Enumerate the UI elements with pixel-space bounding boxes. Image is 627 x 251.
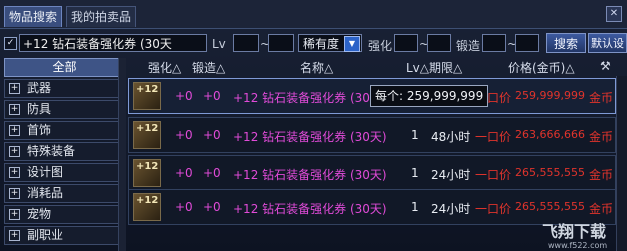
sidebar-item-armor[interactable]: + 防具 [4, 100, 125, 119]
sidebar-item-pet[interactable]: + 宠物 [4, 205, 125, 224]
row-currency: 金币 [589, 168, 614, 182]
item-thumbnail: +12 [133, 159, 161, 187]
sidebar-item-label: 宠物 [27, 207, 52, 221]
row-forge: +0 [203, 166, 221, 180]
sidebar-item-label: 防具 [27, 102, 52, 116]
watermark-brand: 飞翔下载 [542, 222, 607, 241]
row-name: +12 钻石装备强化券 (30天) [233, 91, 387, 105]
item-thumbnail: +12 [133, 121, 161, 149]
expand-icon[interactable]: + [9, 167, 20, 178]
row-reinforce: +0 [175, 128, 193, 142]
expand-icon[interactable]: + [9, 83, 20, 94]
hammer-icon: ⚒ [600, 59, 611, 73]
sidebar-scrollbar[interactable] [118, 58, 126, 251]
category-sidebar: 全部 + 武器 + 防具 + 首饰 + 特殊装备 + 设计图 + 消耗品 + 宠物 + 副职业 [4, 58, 125, 251]
row-price: 265,555,555 [515, 200, 585, 213]
price-tooltip: 每个: 259,999,999 [370, 85, 489, 107]
row-forge: +0 [203, 128, 221, 142]
row-lv: 1 [411, 128, 419, 142]
rarity-value: 稀有度 [303, 37, 340, 51]
col-reinforce[interactable]: 强化△ [148, 59, 181, 76]
sidebar-item-special[interactable]: + 特殊装备 [4, 142, 125, 161]
col-lv-period[interactable]: Lv△期限△ [406, 59, 462, 76]
row-reinforce: +0 [175, 200, 193, 214]
col-price[interactable]: 价格(金币)△ [508, 59, 575, 76]
forge-min-input[interactable] [482, 34, 506, 52]
tab-my-auctions[interactable]: 我的拍卖品 [66, 6, 137, 27]
row-price-type: 一口价 [475, 168, 512, 182]
forge-label: 锻造 [456, 39, 481, 53]
table-header: 强化△ 锻造△ 名称△ Lv△期限△ 价格(金币)△ ⚒ [128, 58, 627, 75]
lv-min-input[interactable] [233, 34, 259, 52]
expand-icon[interactable]: + [9, 209, 20, 220]
row-currency: 金币 [589, 91, 614, 105]
sidebar-item-label: 特殊装备 [27, 144, 76, 158]
sidebar-item-subjob[interactable]: + 副职业 [4, 226, 125, 245]
row-currency: 金币 [589, 202, 614, 216]
expand-icon[interactable]: + [9, 104, 20, 115]
tab-bar: 物品搜索 我的拍卖品 ✕ [0, 0, 627, 29]
col-name[interactable]: 名称△ [300, 59, 333, 76]
row-reinforce: +0 [175, 89, 193, 103]
chevron-down-icon[interactable]: ▼ [344, 36, 360, 52]
search-input[interactable]: +12 钻石装备强化券 (30天 [19, 34, 207, 52]
row-price-type: 一口价 [475, 130, 512, 144]
sidebar-item-label: 消耗品 [27, 186, 64, 200]
sidebar-item-all[interactable]: 全部 [4, 58, 125, 77]
sidebar-item-label: 设计图 [27, 165, 64, 179]
reinforce-label: 强化 [368, 39, 393, 53]
row-period: 24小时 [431, 168, 471, 182]
lv-label: Lv [212, 37, 226, 51]
close-icon[interactable]: ✕ [606, 6, 622, 22]
sidebar-item-jewelry[interactable]: + 首饰 [4, 121, 125, 140]
sidebar-item-weapon[interactable]: + 武器 [4, 79, 125, 98]
table-row[interactable]: +12 +0 +0 +12 钻石装备强化券 (30天) 1 48小时 一口价 2… [128, 117, 616, 153]
filter-bar: ✓ +12 钻石装备强化券 (30天 Lv ~ 稀有度 ▼ 强化 ~ 锻造 ~ … [0, 32, 627, 56]
row-currency: 金币 [589, 130, 614, 144]
expand-icon[interactable]: + [9, 188, 20, 199]
forge-max-input[interactable] [515, 34, 539, 52]
row-name: +12 钻石装备强化券 (30天) [233, 130, 387, 144]
watermark-url: www.f522.com [548, 241, 608, 250]
lv-max-input[interactable] [268, 34, 294, 52]
expand-icon[interactable]: + [9, 146, 20, 157]
table-row[interactable]: +12 +0 +0 +12 钻石装备强化券 (30天) 1 24小时 一口价 2… [128, 189, 616, 225]
sidebar-item-label: 首饰 [27, 123, 52, 137]
search-checkbox[interactable]: ✓ [4, 37, 17, 50]
row-lv: 1 [411, 166, 419, 180]
sidebar-item-label: 全部 [52, 60, 77, 74]
row-forge: +0 [203, 89, 221, 103]
reinforce-max-input[interactable] [427, 34, 451, 52]
item-thumbnail: +12 [133, 82, 161, 110]
sidebar-item-label: 武器 [27, 81, 52, 95]
col-forge[interactable]: 锻造△ [192, 59, 225, 76]
search-button[interactable]: 搜索 [546, 33, 586, 53]
row-lv: 1 [411, 200, 419, 214]
row-price: 263,666,666 [515, 128, 585, 141]
sidebar-item-label: 副职业 [27, 228, 64, 242]
row-period: 24小时 [431, 202, 471, 216]
rarity-select[interactable]: 稀有度 ▼ [298, 34, 362, 52]
default-settings-button[interactable]: 默认设 [588, 33, 627, 53]
row-forge: +0 [203, 200, 221, 214]
row-name: +12 钻石装备强化券 (30天) [233, 168, 387, 182]
table-row[interactable]: +12 +0 +0 +12 钻石装备强化券 (30天) 1 24小时 一口价 2… [128, 155, 616, 191]
expand-icon[interactable]: + [9, 230, 20, 241]
expand-icon[interactable]: + [9, 125, 20, 136]
row-name: +12 钻石装备强化券 (30天) [233, 202, 387, 216]
reinforce-min-input[interactable] [394, 34, 418, 52]
tab-item-search[interactable]: 物品搜索 [4, 6, 63, 27]
results-scrollbar[interactable] [616, 76, 627, 251]
row-price: 259,999,999 [515, 89, 585, 102]
sidebar-item-blueprint[interactable]: + 设计图 [4, 163, 125, 182]
auction-window: 物品搜索 我的拍卖品 ✕ ✓ +12 钻石装备强化券 (30天 Lv ~ 稀有度… [0, 0, 627, 251]
row-price-type: 一口价 [475, 202, 512, 216]
row-period: 48小时 [431, 130, 471, 144]
row-price: 265,555,555 [515, 166, 585, 179]
row-reinforce: +0 [175, 166, 193, 180]
sidebar-item-consumable[interactable]: + 消耗品 [4, 184, 125, 203]
item-thumbnail: +12 [133, 193, 161, 221]
